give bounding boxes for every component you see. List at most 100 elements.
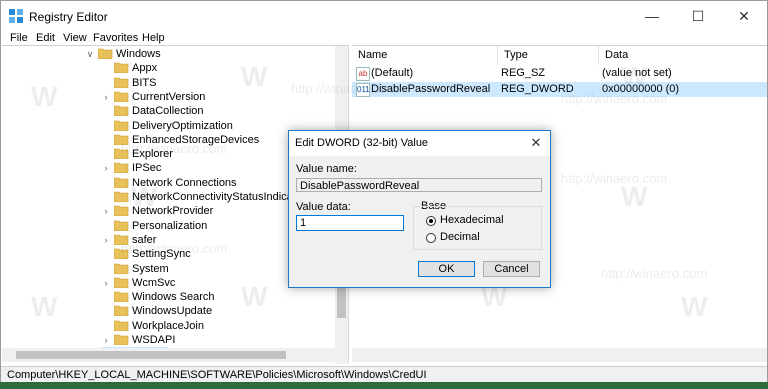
tree-item-label: BITS xyxy=(132,76,157,89)
maximize-icon[interactable]: ☐ xyxy=(675,1,721,32)
string-value-icon: ab xyxy=(356,67,370,81)
folder-icon xyxy=(113,120,129,131)
watermark-logo: W xyxy=(241,61,268,92)
dialog-title-bar[interactable]: Edit DWORD (32-bit) Value ✕ xyxy=(289,131,550,156)
chevron-right-icon[interactable]: › xyxy=(102,161,110,175)
close-icon[interactable]: ✕ xyxy=(721,1,767,32)
ok-button[interactable]: OK xyxy=(418,261,475,277)
tree-item[interactable]: System xyxy=(2,262,335,276)
decimal-label[interactable]: Decimal xyxy=(440,231,480,243)
folder-icon xyxy=(113,334,129,346)
tree-item[interactable]: › NetworkProvider xyxy=(2,204,335,218)
tree-item-label: WSDAPI xyxy=(132,334,176,346)
tree-item[interactable]: Network Connections xyxy=(2,176,335,190)
chevron-right-icon[interactable]: › xyxy=(102,204,110,218)
radio-selected-dot xyxy=(429,219,433,223)
minimize-icon[interactable]: — xyxy=(629,1,675,32)
dialog-close-icon[interactable]: ✕ xyxy=(526,134,546,152)
status-bar-path: Computer\HKEY_LOCAL_MACHINE\SOFTWARE\Pol… xyxy=(1,366,767,382)
watermark-logo: W xyxy=(31,291,58,322)
registry-value-row[interactable]: 011 DisablePasswordReveal REG_DWORD 0x00000… xyxy=(352,82,767,97)
edit-dword-dialog: Edit DWORD (32-bit) Value ✕ Value name: … xyxy=(288,130,551,288)
folder-icon xyxy=(113,220,129,231)
hexadecimal-label[interactable]: Hexadecimal xyxy=(440,214,504,226)
folder-icon xyxy=(97,48,113,60)
value-type-cell: REG_SZ xyxy=(501,67,546,79)
column-header-name[interactable]: Name xyxy=(352,46,498,65)
watermark-url: http://winaero.com xyxy=(121,141,228,156)
chevron-right-icon[interactable]: › xyxy=(102,333,110,347)
folder-icon xyxy=(113,320,129,331)
cancel-button[interactable]: Cancel xyxy=(483,261,540,277)
watermark-logo: W xyxy=(131,181,158,212)
folder-icon xyxy=(113,305,129,317)
tree-item[interactable]: Personalization xyxy=(2,219,335,233)
tree-item-label: WindowsUpdate xyxy=(132,305,213,318)
folder-icon xyxy=(113,91,129,103)
tree-scroll-thumb[interactable] xyxy=(337,284,346,318)
tree-item-label: WorkplaceJoin xyxy=(132,319,204,332)
watermark-url: http://winaero.com xyxy=(291,81,398,96)
folder-icon xyxy=(113,77,129,88)
registry-value-row[interactable]: ab (Default) REG_SZ (value not set) xyxy=(352,66,767,81)
tree-item-label: CurrentVersion xyxy=(132,90,206,103)
tree-item-label: WcmSvc xyxy=(132,276,176,289)
menu-help[interactable]: Help xyxy=(142,32,165,44)
tree-item[interactable]: Appx xyxy=(2,61,335,75)
menu-file[interactable]: File xyxy=(10,32,28,44)
tree-item-label: IPSec xyxy=(132,162,162,175)
dialog-title: Edit DWORD (32-bit) Value xyxy=(295,137,429,149)
folder-icon xyxy=(113,162,129,174)
tree-item[interactable]: NetworkConnectivityStatusIndicator xyxy=(2,190,335,204)
chevron-right-icon[interactable]: › xyxy=(102,233,110,247)
folder-icon xyxy=(113,191,129,203)
window-title: Registry Editor xyxy=(29,10,108,24)
menu-edit[interactable]: Edit xyxy=(36,32,55,44)
tree-item[interactable]: ∨ Windows xyxy=(2,47,335,61)
value-name-field: DisablePasswordReveal xyxy=(296,178,542,192)
tree-item[interactable]: › IPSec xyxy=(2,161,335,175)
folder-icon xyxy=(113,277,129,289)
decimal-radio[interactable] xyxy=(426,233,436,243)
folder-icon xyxy=(113,291,129,303)
tree-hscroll-thumb[interactable] xyxy=(16,351,286,359)
watermark-logo: W xyxy=(31,81,58,112)
values-horizontal-scrollbar[interactable] xyxy=(352,348,767,362)
tree-horizontal-scrollbar[interactable] xyxy=(2,348,348,362)
tree-item[interactable]: DeliveryOptimization xyxy=(2,119,335,133)
watermark-url: http://winaero.com xyxy=(561,91,668,106)
tree-item-label: Windows xyxy=(116,48,161,60)
watermark-logo: W xyxy=(681,291,708,322)
tree-item[interactable]: › WSDAPI xyxy=(2,333,335,347)
tree-item-label: System xyxy=(132,262,169,275)
tree-item-label: DeliveryOptimization xyxy=(132,119,233,132)
tree-item[interactable]: › WcmSvc xyxy=(2,276,335,290)
column-header-type[interactable]: Type xyxy=(498,46,599,65)
chevron-right-icon[interactable]: › xyxy=(102,276,110,290)
value-data-input[interactable]: 1 xyxy=(296,215,404,231)
menu-view[interactable]: View xyxy=(63,32,87,44)
folder-icon xyxy=(113,62,129,74)
tree-item-label: Personalization xyxy=(132,219,208,232)
menu-favorites[interactable]: Favorites xyxy=(93,32,138,44)
base-group: Hexadecimal Decimal xyxy=(413,206,542,250)
value-data-label: Value data: xyxy=(296,201,351,213)
folder-icon xyxy=(113,177,129,188)
hexadecimal-radio[interactable] xyxy=(426,216,436,226)
tree-item-label: Windows Search xyxy=(132,291,215,304)
chevron-right-icon[interactable]: › xyxy=(102,90,110,104)
tree-item-label: Appx xyxy=(132,62,158,75)
tree-item-label: NetworkConnectivityStatusIndicator xyxy=(132,191,306,203)
watermark-logo: W xyxy=(241,281,268,312)
watermark-url: http://winaero.com xyxy=(601,266,708,281)
title-bar[interactable]: Registry Editor — ☐ ✕ xyxy=(1,1,767,32)
folder-icon xyxy=(113,263,129,274)
tree-item-label: DataCollection xyxy=(132,105,204,118)
watermark-logo: W xyxy=(621,61,648,92)
value-name-cell: (Default) xyxy=(371,67,414,79)
chevron-down-icon[interactable]: ∨ xyxy=(86,47,94,61)
watermark-url: http://winaero.com xyxy=(121,241,228,256)
value-name-label: Value name: xyxy=(296,163,357,175)
registry-editor-icon xyxy=(9,9,23,23)
folder-icon xyxy=(113,105,129,117)
